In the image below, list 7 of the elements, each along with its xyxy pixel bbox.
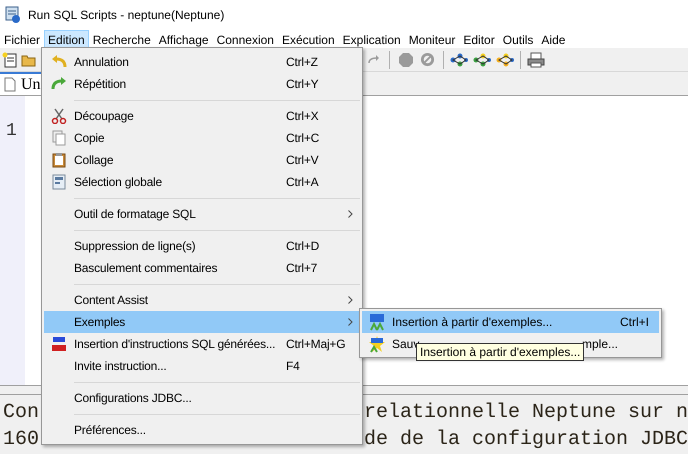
message-text: de de la configuration JDBC: [364, 427, 688, 453]
line-number: 1: [6, 121, 17, 141]
window-title: Run SQL Scripts - neptune(Neptune): [28, 7, 224, 24]
message-text: Con: [3, 400, 40, 426]
message-text: relationnelle Neptune sur n: [364, 400, 688, 426]
tooltip: Insertion à partir d'exemples...: [416, 343, 584, 361]
message-text: 160: [3, 427, 40, 453]
